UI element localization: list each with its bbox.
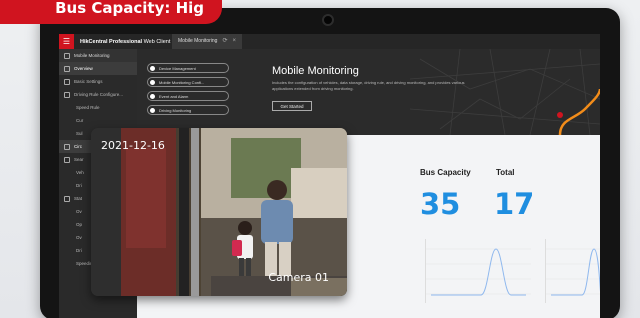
sidebar-item-label: Overview: [74, 66, 93, 71]
pill-driving-monitoring[interactable]: Driving Monitoring: [147, 105, 229, 115]
sidebar-item-label: Op: [76, 222, 83, 227]
sidebar-item-label: Dri: [76, 248, 82, 253]
hero-title: Mobile Monitoring: [272, 65, 359, 77]
sidebar-item-label: Cur: [76, 118, 84, 123]
mini-chart-right: [545, 239, 600, 303]
sidebar-item-speed-rule[interactable]: Speed Rule: [59, 101, 137, 114]
sidebar-item-driving-rule[interactable]: Driving Rule Configure...: [59, 88, 137, 101]
circle-icon: [64, 143, 70, 150]
sidebar-header: Mobile Monitoring: [59, 49, 137, 62]
pill-device-management[interactable]: Device Management: [147, 63, 229, 73]
webcam-icon: [322, 14, 334, 26]
hero-banner: Device Management Mobile Monitoring Conf…: [137, 49, 600, 135]
stat-label-total: Total: [496, 168, 515, 177]
app-title: HikCentral Professional Web Client: [80, 39, 172, 45]
stat-value-total: 17: [494, 187, 535, 221]
sidebar-item-label: Ov: [76, 235, 82, 240]
sidebar-item-label: Speed Rule: [76, 105, 100, 110]
stat-label-bus-capacity: Bus Capacity: [420, 168, 471, 177]
sidebar-item-label: Stat: [74, 196, 83, 201]
promo-banner-text: Bus Capacity: Hig: [55, 0, 204, 17]
stage: Bus Capacity: Hig ☰ HikCentral Professio…: [0, 0, 640, 318]
stat-value-bus-capacity: 35: [420, 187, 461, 221]
sidebar-item-basic-settings[interactable]: Basic Settings: [59, 75, 137, 88]
app-title-bold: HikCentral Professional: [80, 38, 143, 45]
sidebar-item-label: Sul: [76, 131, 83, 136]
camera-date: 2021-12-16: [101, 139, 165, 152]
close-icon[interactable]: ×: [233, 34, 237, 49]
sidebar-item-label: Sear: [74, 157, 84, 162]
sidebar-item-label: Ov: [76, 209, 82, 214]
refresh-icon[interactable]: ⟳: [222, 34, 227, 49]
settings-icon: [64, 78, 70, 85]
app-title-rest: Web Client: [142, 38, 171, 45]
pill-event-and-alarm[interactable]: Event and Alarm: [147, 91, 229, 101]
chart-right-svg: [546, 248, 600, 296]
sidebar-item-cur[interactable]: Cur: [59, 114, 137, 127]
app-top-bar: ☰ HikCentral Professional Web Client Mob…: [59, 34, 600, 49]
rule-icon: [64, 91, 70, 98]
module-icon: [64, 52, 70, 59]
sidebar-item-label: Driving Rule Configure...: [74, 92, 124, 97]
pill-mobile-monitoring-config[interactable]: Mobile Monitoring Confi...: [147, 77, 229, 87]
sidebar-item-label: Dri: [76, 183, 82, 188]
search-icon: [64, 156, 70, 163]
camera-label: Camera 01: [268, 271, 329, 284]
sidebar-header-label: Mobile Monitoring: [74, 53, 110, 58]
tab-mobile-monitoring[interactable]: Mobile Monitoring ⟳ ×: [172, 34, 243, 49]
sidebar-item-label: Basic Settings: [74, 79, 103, 84]
overview-icon: [64, 65, 70, 72]
tab-label: Mobile Monitoring: [178, 38, 218, 44]
chart-left-svg: [426, 248, 531, 296]
sidebar-item-label: Veh: [76, 170, 84, 175]
promo-banner: Bus Capacity: Hig: [0, 0, 222, 24]
hero-description: Includes the configuration of vehicles, …: [272, 80, 465, 91]
sidebar-item-overview[interactable]: Overview: [59, 62, 137, 75]
mini-chart-left: [425, 239, 531, 303]
sidebar-item-label: Circ: [74, 144, 82, 149]
map-background: [410, 49, 600, 135]
camera-overlay[interactable]: 2021-12-16 Camera 01: [91, 128, 347, 296]
statistics-icon: [64, 195, 70, 202]
get-started-button[interactable]: Get Started: [272, 101, 312, 111]
menu-icon[interactable]: ☰: [59, 34, 74, 49]
